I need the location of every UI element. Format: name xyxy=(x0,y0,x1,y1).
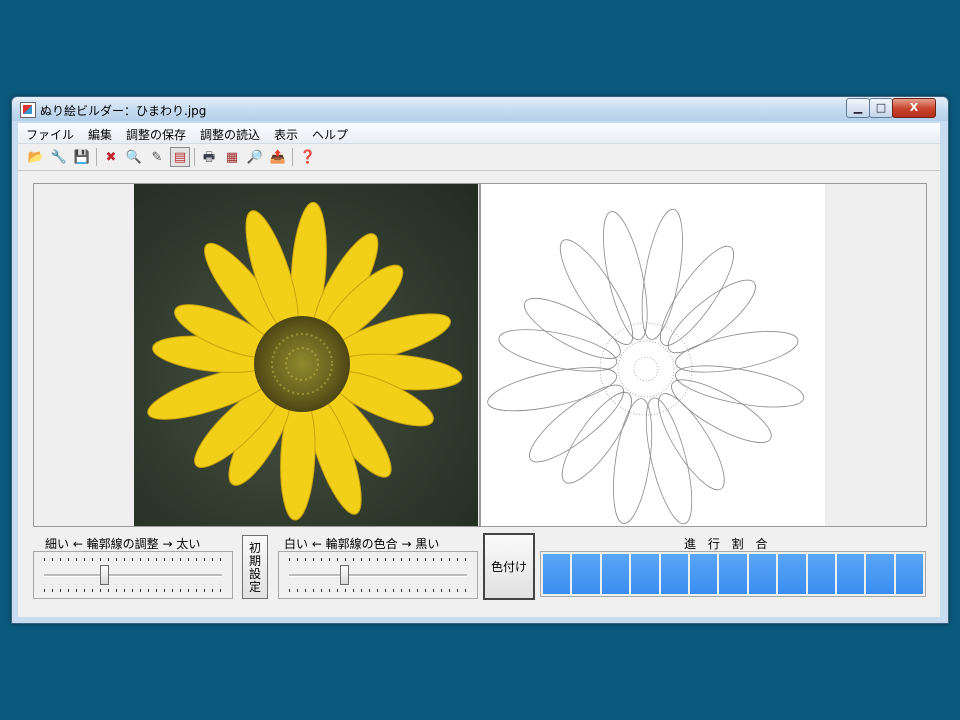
outline-sketch xyxy=(481,184,825,526)
menu-load-adjustment[interactable]: 調整の読込 xyxy=(200,126,260,143)
title-bar[interactable]: ぬり絵ビルダー：ひまわり.jpg ▁ □ X xyxy=(12,97,948,121)
app-icon[interactable] xyxy=(20,102,36,118)
progress-segment xyxy=(748,554,777,594)
reset-defaults-label: 初 期 設 定 xyxy=(249,541,262,594)
progress-bar xyxy=(540,551,926,597)
original-sunflower-photo xyxy=(134,184,478,526)
toolbar-separator xyxy=(194,148,195,166)
progress-segment xyxy=(866,554,894,594)
petal xyxy=(660,245,734,346)
petal xyxy=(561,391,632,484)
petal xyxy=(658,393,725,491)
progress-segment xyxy=(719,554,747,594)
progress-segment xyxy=(836,554,865,594)
progress-segment xyxy=(631,554,659,594)
menu-help[interactable]: ヘルプ xyxy=(312,126,348,143)
open-folder-icon[interactable]: 📂 xyxy=(26,147,46,167)
outline-width-label: 細い ← 輪郭線の調整 → 太い xyxy=(45,537,201,551)
petal xyxy=(613,398,653,524)
export-icon[interactable]: 📤 xyxy=(268,147,288,167)
toolbar-separator xyxy=(292,148,293,166)
menu-file[interactable]: ファイル xyxy=(26,126,74,143)
slider-track xyxy=(289,574,467,577)
outline-color-label: 白い ← 輪郭線の色合 → 黒い xyxy=(284,537,440,551)
toolbar: 📂 🔧 💾 ✖ 🔍 ✎ ▤ 🖶 ▦ 🔎 📤 ❓ xyxy=(18,144,940,171)
compare-view-icon[interactable]: ▤ xyxy=(170,147,190,167)
print-preview-icon[interactable]: 🔎 xyxy=(245,147,265,167)
window-title: ぬり絵ビルダー：ひまわり.jpg xyxy=(40,104,207,118)
client-area: ファイル 編集 調整の保存 調整の読込 表示 ヘルプ 📂 🔧 💾 ✖ 🔍 ✎ ▤… xyxy=(18,123,940,617)
menu-bar: ファイル 編集 調整の保存 調整の読込 表示 ヘルプ xyxy=(18,123,940,144)
settings-tools-icon[interactable]: 🔧 xyxy=(49,147,69,167)
petal xyxy=(603,211,648,341)
sunflower-outline xyxy=(487,208,805,525)
petal xyxy=(675,365,805,408)
menu-save-adjustment[interactable]: 調整の保存 xyxy=(126,126,186,143)
outline-color-thumb[interactable] xyxy=(339,565,349,585)
edit-pen-icon[interactable]: ✎ xyxy=(147,147,167,167)
slider-ticks-bottom xyxy=(44,589,222,592)
slider-ticks-top xyxy=(289,558,467,561)
zoom-magnifier-icon[interactable]: 🔍 xyxy=(124,147,144,167)
progress-segment xyxy=(895,554,924,594)
slider-ticks-bottom xyxy=(289,589,467,592)
print-setup-icon[interactable]: ▦ xyxy=(222,147,242,167)
save-disk-icon[interactable]: 💾 xyxy=(72,147,92,167)
progress-segment xyxy=(778,554,806,594)
colorize-button[interactable]: 色付け xyxy=(483,533,535,600)
reset-defaults-button[interactable]: 初 期 設 定 xyxy=(242,535,268,599)
slider-ticks-top xyxy=(44,558,222,561)
sunflower-image xyxy=(147,201,463,521)
print-icon[interactable]: 🖶 xyxy=(199,147,219,167)
slider-track xyxy=(44,574,222,577)
colorize-label: 色付け xyxy=(491,560,528,574)
close-button[interactable]: X xyxy=(892,98,936,118)
menu-view[interactable]: 表示 xyxy=(274,126,298,143)
progress-segment xyxy=(543,554,571,594)
petal xyxy=(559,239,634,345)
outline-width-slider[interactable] xyxy=(33,551,233,599)
progress-segment xyxy=(689,554,718,594)
petal xyxy=(675,331,799,373)
maximize-button[interactable]: □ xyxy=(869,98,893,118)
progress-segment xyxy=(807,554,835,594)
outline-width-thumb[interactable] xyxy=(99,565,109,585)
close-document-icon[interactable]: ✖ xyxy=(101,147,121,167)
petal xyxy=(645,397,693,525)
outline-color-slider[interactable] xyxy=(278,551,478,599)
toolbar-separator xyxy=(96,148,97,166)
outline-image-pane xyxy=(480,183,927,527)
minimize-button[interactable]: ▁ xyxy=(846,98,870,118)
help-icon[interactable]: ❓ xyxy=(298,147,318,167)
menu-edit[interactable]: 編集 xyxy=(88,126,112,143)
main-window: ぬり絵ビルダー：ひまわり.jpg ▁ □ X ファイル 編集 調整の保存 調整の… xyxy=(11,96,949,624)
progress-segment xyxy=(572,554,600,594)
petal xyxy=(524,297,621,359)
progress-segment xyxy=(660,554,688,594)
progress-segment xyxy=(601,554,630,594)
progress-label: 進 行 割 合 xyxy=(684,537,768,551)
petal xyxy=(667,279,756,354)
original-image-pane xyxy=(33,183,480,527)
